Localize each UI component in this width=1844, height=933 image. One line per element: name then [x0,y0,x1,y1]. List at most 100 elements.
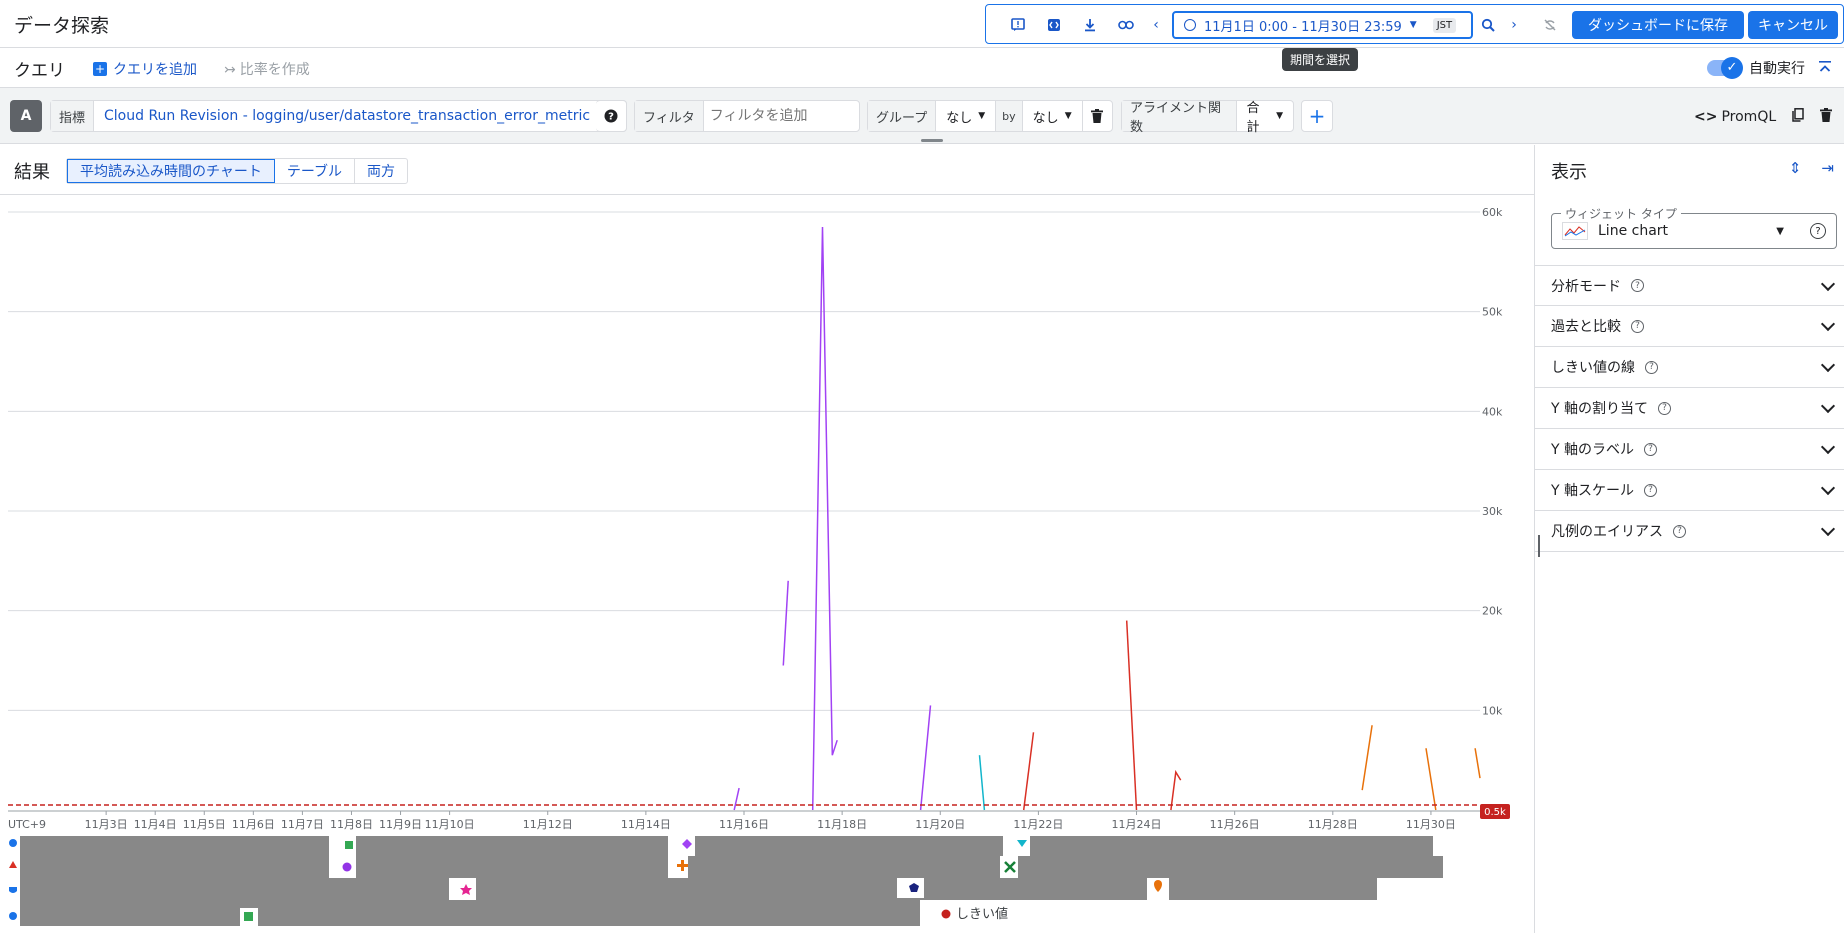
accordion-y-axis-assignment[interactable]: Y 軸の割り当て? [1535,388,1844,429]
add-query-button[interactable]: + クエリを追加 [93,59,197,79]
x-tick-label: 11月5日 [183,818,226,831]
group-value: なし [946,110,973,126]
alignment-dropdown[interactable]: 合計 ▼ [1237,97,1294,135]
series-line [1474,748,1481,779]
accordion-y-axis-label[interactable]: Y 軸のラベル? [1535,429,1844,470]
expand-collapse-icon[interactable]: ⇕ [1789,159,1802,177]
threshold-legend-label: しきい値 [956,906,1008,922]
auto-run-switch[interactable]: ✓ [1707,57,1743,79]
chevron-down-icon [1820,357,1836,373]
sync-off-icon[interactable] [1538,13,1562,37]
chevron-down-icon [1820,398,1836,414]
group-dropdown[interactable]: なし ▼ [936,101,997,131]
help-icon[interactable]: ? [1673,524,1686,538]
tab-both[interactable]: 両方 [355,159,407,183]
accordion-label: しきい値の線 [1551,360,1635,376]
legend-gap [668,836,695,856]
collapse-chevron-up-icon[interactable] [1818,60,1832,78]
series-line [811,226,838,811]
metric-value-text: Cloud Run Revision - logging/user/datast… [104,108,591,124]
y-tick-label: 30k [1482,505,1503,518]
help-icon[interactable]: ? [1658,401,1672,415]
by-dropdown[interactable]: なし ▼ [1023,101,1083,131]
accordion-label: Y 軸のラベル [1551,442,1635,458]
time-range-selector[interactable]: 11月1日 0:00 - 11月30日 23:59 ▼ JST [1172,11,1473,39]
create-ratio-button[interactable]: ↣ 比率を作成 [224,59,310,79]
group-label: グループ [868,101,937,131]
panel-controls: ⇕ ⇥ [1789,159,1834,177]
help-icon[interactable]: ? [1631,279,1644,292]
line-chart-thumbnail-icon [1562,222,1588,240]
help-icon[interactable]: ? [1644,483,1658,497]
auto-run-toggle[interactable]: ✓ 自動実行 [1707,57,1805,79]
delete-group-icon[interactable] [1083,109,1111,123]
svg-text:?: ? [608,112,614,123]
series-line [1125,620,1138,811]
y-tick-label: 40k [1482,405,1503,418]
legend-row [20,900,920,926]
series-line [733,787,740,811]
x-tick-label: 11月12日 [523,818,573,831]
help-icon[interactable]: ? [1644,442,1658,456]
metric-selector[interactable]: 指標 Cloud Run Revision - logging/user/dat… [50,100,627,132]
query-letter-badge[interactable]: A [10,100,42,132]
add-aggregation-plus-icon[interactable]: + [1301,100,1333,132]
accordion-y-axis-scale[interactable]: Y 軸スケール? [1535,470,1844,511]
x-tick-label: 11月22日 [1013,818,1063,831]
resize-handle[interactable] [921,139,943,142]
accordion-analysis-mode[interactable]: 分析モード? [1535,265,1844,306]
chevron-down-icon [1820,521,1836,537]
alignment-label: アライメント関数 [1122,101,1237,135]
tab-table[interactable]: テーブル [275,159,356,183]
results-label: 結果 [14,162,50,183]
code-icon[interactable] [1042,13,1066,37]
tab-chart[interactable]: 平均読み込み時間のチャート [67,159,275,183]
x-tick-label: 11月6日 [232,818,275,831]
accordion-compare-past[interactable]: 過去と比較? [1535,306,1844,347]
panel-resize-handle[interactable] [1538,535,1540,557]
toolbar: ‹ 11月1日 0:00 - 11月30日 23:59 ▼ JST › ダッシュ… [985,4,1844,44]
help-icon[interactable]: ? [1645,360,1658,374]
duplicate-icon[interactable] [1792,108,1804,126]
x-tick-label: 11月8日 [330,818,373,831]
accordion-threshold-line[interactable]: しきい値の線? [1535,347,1844,388]
query-label: クエリ [14,61,65,81]
timezone-badge: JST [1432,17,1457,33]
auto-run-label: 自動実行 [1749,61,1805,77]
metric-help-icon[interactable]: ? [596,100,627,132]
promql-label: PromQL [1721,109,1777,125]
results-header: 結果 平均読み込み時間のチャート テーブル 両方 [0,145,1534,195]
y-tick-label: 20k [1482,605,1503,618]
save-to-dashboard-button[interactable]: ダッシュボードに保存 [1572,11,1744,39]
accordion-legend-alias[interactable]: 凡例のエイリアス? [1535,511,1844,552]
plus-icon: + [93,62,107,76]
legend-row [20,878,1377,900]
delete-query-icon[interactable] [1820,108,1832,126]
add-query-label: クエリを追加 [113,62,197,78]
accordion-label: Y 軸スケール [1551,483,1635,499]
metric-value: Cloud Run Revision - logging/user/datast… [94,108,613,124]
chevron-down-icon [1820,276,1836,292]
cancel-button[interactable]: キャンセル [1748,11,1838,39]
filter-input[interactable] [703,108,854,124]
page-title: データ探索 [14,15,110,37]
zoom-search-icon[interactable] [1476,13,1500,37]
x-tick-label: 11月3日 [85,818,128,831]
download-icon[interactable] [1078,13,1102,37]
prev-range-chevron-icon[interactable]: ‹ [1144,13,1168,37]
merge-arrow-icon: ↣ [224,62,236,78]
chevron-down-icon [1820,316,1836,332]
threshold-legend-dot [941,909,951,919]
x-tick-label: 11月18日 [817,818,867,831]
chevron-down-icon: ▼ [1776,226,1784,237]
help-icon[interactable]: ? [1631,319,1644,333]
top-bar: データ探索 ‹ 11月1日 0:00 - 11月30日 23:59 ▼ JST … [0,0,1844,48]
feedback-icon[interactable] [1006,13,1030,37]
series-line [978,755,986,811]
help-icon[interactable]: ? [1810,223,1826,239]
close-panel-icon[interactable]: ⇥ [1821,159,1834,177]
x-tick-label: 11月7日 [281,818,324,831]
link-icon[interactable] [1114,13,1138,37]
promql-button[interactable]: <> PromQL [1694,109,1776,125]
next-range-chevron-icon[interactable]: › [1502,13,1526,37]
